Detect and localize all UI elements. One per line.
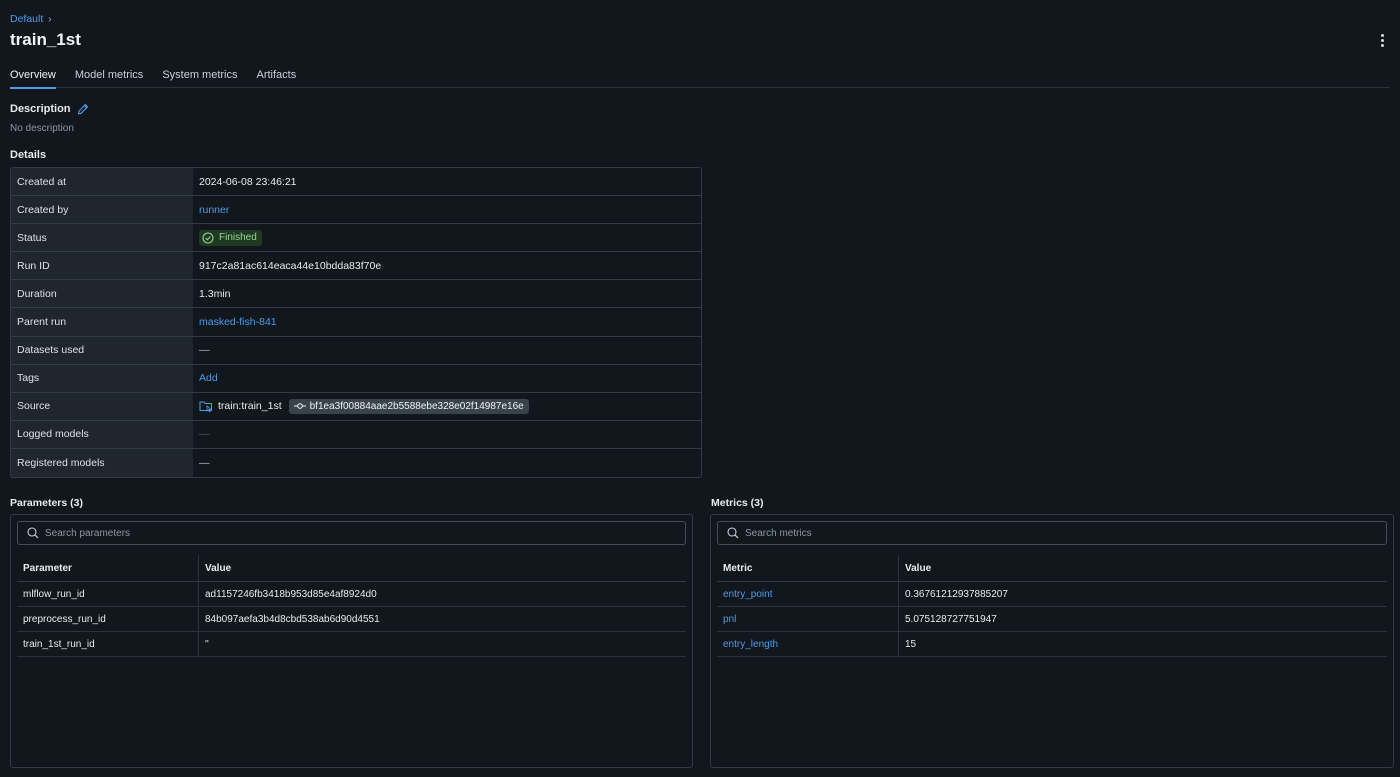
table-row: entry_length 15	[717, 632, 1387, 657]
details-label: Datasets used	[11, 336, 193, 364]
registered-models-value: —	[199, 456, 210, 469]
tab-model-metrics[interactable]: Model metrics	[75, 62, 143, 88]
details-row-status: Status Finished	[11, 224, 701, 253]
parameter-key: mlflow_run_id	[17, 582, 199, 606]
tab-artifacts[interactable]: Artifacts	[257, 62, 297, 88]
metrics-table-header: Metric Value	[717, 555, 1387, 582]
metric-link[interactable]: entry_point	[723, 589, 772, 600]
metric-link[interactable]: entry_length	[723, 639, 778, 650]
tab-overview[interactable]: Overview	[10, 62, 56, 89]
parameters-heading: Parameters (3)	[10, 497, 83, 509]
table-row: preprocess_run_id 84b097aefa3b4d8cbd538a…	[17, 607, 686, 632]
status-badge: Finished	[199, 229, 262, 246]
details-label: Run ID	[11, 252, 193, 280]
metrics-table: Metric Value entry_point 0.3676121293788…	[717, 555, 1387, 657]
details-label: Duration	[11, 280, 193, 308]
details-row-parent-run: Parent run masked-fish-841	[11, 308, 701, 337]
details-label: Created by	[11, 196, 193, 224]
source-entry-point: train:train_1st	[218, 400, 282, 413]
source-value: train:train_1st bf1ea3f00884aae2b5588ebe…	[199, 398, 529, 414]
details-label: Status	[11, 224, 193, 252]
parameters-search	[17, 521, 686, 545]
breadcrumb-experiment-link[interactable]: Default	[10, 13, 43, 25]
tab-bar: Overview Model metrics System metrics Ar…	[10, 62, 1390, 89]
metric-value: 0.36761212937885207	[905, 588, 1008, 600]
metric-value: 5.075128727751947	[905, 613, 997, 625]
column-header-parameter[interactable]: Parameter	[17, 555, 199, 581]
duration-value: 1.3min	[199, 287, 231, 300]
metrics-search-input[interactable]	[745, 527, 1339, 539]
datasets-used-value: —	[199, 344, 210, 357]
details-label: Tags	[11, 364, 193, 392]
run-id-value: 917c2a81ac614eaca44e10bdda83f70e	[199, 259, 382, 272]
column-header-value[interactable]: Value	[899, 563, 1387, 574]
status-text: Finished	[219, 232, 257, 244]
project-folder-icon	[199, 401, 212, 413]
parameters-search-input[interactable]	[45, 527, 638, 539]
details-row-duration: Duration 1.3min	[11, 280, 701, 309]
search-icon	[27, 527, 39, 539]
git-commit-tag[interactable]: bf1ea3f00884aae2b5588ebe328e02f14987e16e	[288, 398, 529, 414]
metric-link[interactable]: pnl	[723, 614, 736, 625]
check-circle-icon	[202, 232, 214, 244]
parameters-panel: Parameter Value mlflow_run_id ad1157246f…	[10, 514, 693, 768]
details-row-datasets-used: Datasets used —	[11, 336, 701, 365]
breadcrumb: Default ›	[10, 13, 52, 25]
details-row-tags: Tags Add	[11, 364, 701, 393]
tab-system-metrics[interactable]: System metrics	[162, 62, 237, 88]
description-heading: Description	[10, 103, 71, 115]
details-row-registered-models: Registered models —	[11, 448, 701, 478]
details-row-created-by: Created by runner	[11, 196, 701, 225]
details-label: Parent run	[11, 308, 193, 336]
metric-value: 15	[905, 638, 917, 650]
metrics-heading: Metrics (3)	[711, 497, 764, 509]
git-commit-hash: bf1ea3f00884aae2b5588ebe328e02f14987e16e	[309, 400, 524, 412]
search-icon	[727, 527, 739, 539]
chevron-right-icon: ›	[48, 13, 52, 25]
details-label: Logged models	[11, 420, 193, 448]
details-table: Created at 2024-06-08 23:46:21 Created b…	[10, 167, 702, 479]
description-text: No description	[10, 123, 74, 134]
table-row: entry_point 0.36761212937885207	[717, 582, 1387, 607]
metrics-panel: Metric Value entry_point 0.3676121293788…	[710, 514, 1394, 768]
run-overview-page: Default › train_1st Overview Model metri…	[0, 0, 1400, 777]
table-row: mlflow_run_id ad1157246fb3418b953d85e4af…	[17, 582, 686, 607]
parameter-value: 84b097aefa3b4d8cbd538ab6d90d4551	[205, 613, 380, 625]
column-header-value[interactable]: Value	[199, 563, 686, 574]
parameter-value: ad1157246fb3418b953d85e4af8924d0	[205, 588, 377, 600]
details-heading: Details	[10, 149, 47, 161]
logged-models-value: —	[199, 428, 210, 441]
git-commit-icon	[293, 403, 306, 410]
details-row-source: Source train:train_1st bf1ea3f00884aae2b…	[11, 392, 701, 421]
page-title: train_1st	[10, 30, 81, 49]
details-label: Created at	[11, 168, 193, 196]
metrics-search	[717, 521, 1387, 545]
details-row-logged-models: Logged models —	[11, 420, 701, 449]
column-header-metric[interactable]: Metric	[717, 555, 899, 581]
created-by-link[interactable]: runner	[199, 204, 229, 216]
created-at-value: 2024-06-08 23:46:21	[199, 175, 297, 188]
pencil-icon[interactable]	[77, 103, 89, 115]
add-tag-button[interactable]: Add	[199, 372, 218, 384]
details-row-created-at: Created at 2024-06-08 23:46:21	[11, 168, 701, 197]
table-row: pnl 5.075128727751947	[717, 607, 1387, 632]
description-header: Description	[10, 103, 89, 115]
table-row: train_1st_run_id ''	[17, 632, 686, 657]
parameter-key: train_1st_run_id	[17, 632, 199, 656]
parameters-table: Parameter Value mlflow_run_id ad1157246f…	[17, 555, 686, 657]
details-label: Source	[11, 392, 193, 420]
more-options-icon[interactable]	[1374, 31, 1390, 49]
parameter-key: preprocess_run_id	[17, 607, 199, 631]
details-label: Registered models	[11, 448, 193, 478]
parameters-table-header: Parameter Value	[17, 555, 686, 582]
parameter-value: ''	[205, 638, 209, 650]
parent-run-link[interactable]: masked-fish-841	[199, 316, 277, 328]
details-row-run-id: Run ID 917c2a81ac614eaca44e10bdda83f70e	[11, 252, 701, 281]
